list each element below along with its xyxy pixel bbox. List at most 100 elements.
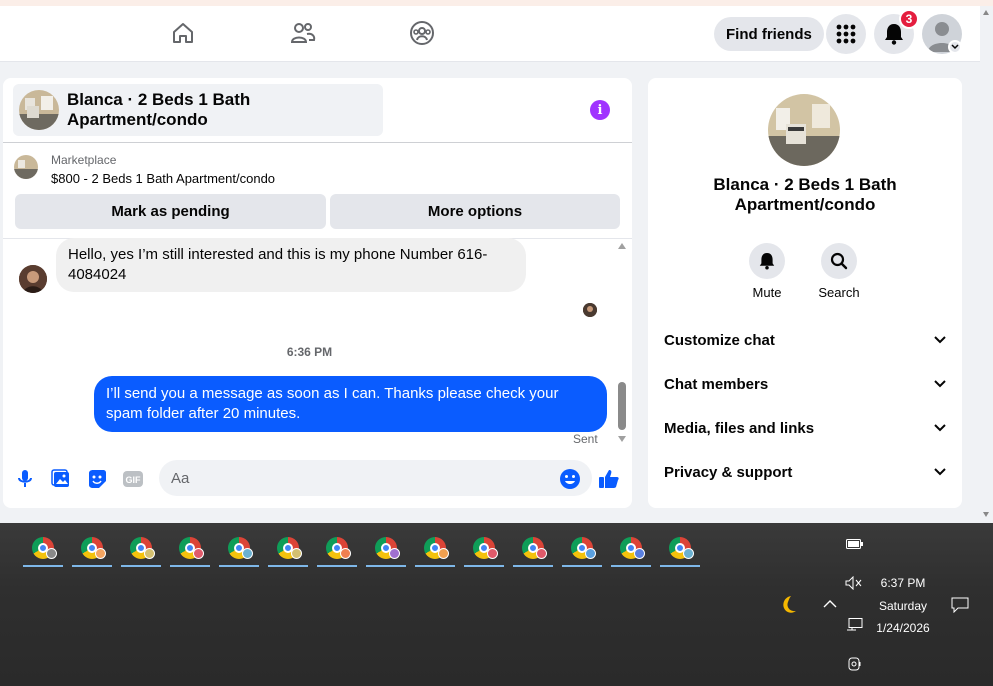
webcam-icon[interactable] [846,655,864,673]
chrome-profile-taskbar-button[interactable] [413,531,457,567]
thumbs-up-icon[interactable] [598,468,620,490]
battery-icon[interactable] [845,537,865,551]
clock-time[interactable]: 6:37 PM [873,576,933,590]
running-indicator [317,565,357,567]
message-scrollbar-thumb[interactable] [618,382,626,430]
moon-icon[interactable] [776,594,798,616]
chrome-profile-taskbar-button[interactable] [658,531,702,567]
search-icon[interactable] [821,243,857,279]
chrome-profile-taskbar-button[interactable] [266,531,310,567]
chrome-profile-taskbar-button[interactable] [609,531,653,567]
running-indicator [513,565,553,567]
message-input[interactable] [159,460,592,496]
message-timestamp: 6:36 PM [286,345,333,359]
gif-icon[interactable]: GIF [122,468,144,490]
page-scroll-up-arrow[interactable] [983,10,989,15]
clock-date[interactable]: 1/24/2026 [870,621,936,635]
friends-icon[interactable] [290,20,316,46]
chrome-profile-taskbar-button[interactable] [70,531,114,567]
running-indicator [415,565,455,567]
emoji-icon[interactable] [559,468,581,490]
mark-as-pending-button[interactable]: Mark as pending [15,194,326,229]
running-indicator [611,565,651,567]
listing-thumbnail [19,90,59,130]
home-icon[interactable] [170,20,196,46]
profile-badge-icon [193,548,204,559]
profile-badge-icon [95,548,106,559]
chrome-profile-taskbar-button[interactable] [168,531,212,567]
chat-header[interactable]: Blanca · 2 Beds 1 Bath Apartment/condo [13,84,383,136]
profile-badge-icon [389,548,400,559]
notifications-center-icon[interactable] [950,596,970,614]
search-action[interactable]: Search [814,243,864,300]
chrome-profile-taskbar-button[interactable] [511,531,555,567]
chat-members-row[interactable]: Chat members [664,372,946,396]
profile-badge-icon [340,548,351,559]
find-friends-button[interactable]: Find friends [714,17,824,51]
mute-action[interactable]: Mute [742,243,792,300]
row-label: Media, files and links [664,419,815,437]
profile-badge-icon [242,548,253,559]
chrome-profile-taskbar-button[interactable] [119,531,163,567]
scroll-up-arrow[interactable] [618,243,626,249]
search-label: Search [818,285,860,300]
groups-icon[interactable] [409,20,435,46]
svg-text:GIF: GIF [126,475,142,485]
bell-icon [885,24,903,45]
profile-badge-icon [487,548,498,559]
running-indicator [562,565,602,567]
profile-badge-icon [683,548,694,559]
sent-status: Sent [573,432,598,446]
running-indicator [366,565,406,567]
scroll-down-arrow[interactable] [618,436,626,442]
network-icon[interactable] [845,617,865,633]
running-indicator [219,565,259,567]
outgoing-message[interactable]: I’ll send you a message as soon as I can… [94,376,607,432]
more-options-button[interactable]: More options [330,194,620,229]
running-indicator [23,565,63,567]
running-indicator [660,565,700,567]
bell-icon[interactable] [749,243,785,279]
media-files-links-row[interactable]: Media, files and links [664,416,946,440]
chrome-profile-taskbar-button[interactable] [217,531,261,567]
sender-avatar[interactable] [19,265,47,293]
chevron-down-icon [934,336,946,344]
chat-info-panel: Blanca · 2 Beds 1 Bath Apartment/condo M… [648,78,962,508]
row-label: Customize chat [664,331,775,349]
chrome-profile-taskbar-button[interactable] [364,531,408,567]
chevron-down-icon [934,468,946,476]
profile-badge-icon [536,548,547,559]
customize-chat-row[interactable]: Customize chat [664,328,946,352]
incoming-message[interactable]: Hello, yes I’m still interested and this… [56,238,526,292]
chevron-down-icon [934,424,946,432]
chevron-down-icon[interactable] [948,40,962,54]
marketplace-listing-thumbnail [14,155,38,179]
photo-icon[interactable] [50,468,72,490]
listing-price-title[interactable]: $800 - 2 Beds 1 Bath Apartment/condo [51,171,275,186]
microphone-icon[interactable] [14,468,36,490]
header-divider [3,142,632,143]
chrome-profile-taskbar-button[interactable] [462,531,506,567]
sticker-icon[interactable] [86,468,108,490]
seen-indicator-avatar [583,303,597,317]
volume-muted-icon[interactable] [844,575,864,591]
message-list[interactable]: Hello, yes I’m still interested and this… [3,238,632,449]
profile-badge-icon [291,548,302,559]
page-scroll-down-arrow[interactable] [983,512,989,517]
row-label: Chat members [664,375,769,393]
running-indicator [121,565,161,567]
menu-grid-button[interactable] [826,14,866,54]
privacy-support-row[interactable]: Privacy & support [664,460,946,484]
running-indicator [464,565,504,567]
chevron-up-icon[interactable] [822,597,838,611]
profile-badge-icon [46,548,57,559]
listing-photo[interactable] [768,94,840,166]
chat-title: Blanca · 2 Beds 1 Bath Apartment/condo [67,90,251,129]
chat-window: Blanca · 2 Beds 1 Bath Apartment/condo i… [3,78,632,508]
clock-day[interactable]: Saturday [873,599,933,613]
profile-badge-icon [144,548,155,559]
chrome-profile-taskbar-button[interactable] [315,531,359,567]
chrome-profile-taskbar-button[interactable] [560,531,604,567]
info-icon[interactable]: i [590,100,610,120]
chrome-profile-taskbar-button[interactable] [21,531,65,567]
